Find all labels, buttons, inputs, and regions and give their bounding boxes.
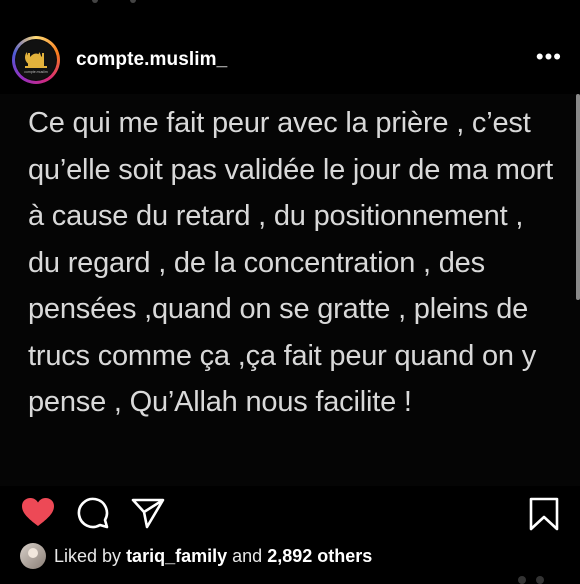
liked-by-and: and xyxy=(232,545,263,566)
avatar-caption: compte.muslim xyxy=(24,70,48,74)
post-image: Ce qui me fait peur avec la prière , c’e… xyxy=(0,94,580,486)
post-header: compte.muslim compte.muslim_ ••• xyxy=(0,14,580,94)
mosque-logo-icon: compte.muslim xyxy=(16,40,56,80)
post-text: Ce qui me fait peur avec la prière , c’e… xyxy=(28,107,553,418)
more-options-icon[interactable]: ••• xyxy=(536,46,562,68)
profile-avatar-ring[interactable]: compte.muslim xyxy=(12,36,60,84)
liker-username[interactable]: tariq_family xyxy=(126,546,227,567)
bookmark-icon[interactable] xyxy=(527,496,561,532)
scrollbar[interactable] xyxy=(576,94,580,300)
share-icon[interactable] xyxy=(130,496,166,530)
liker-avatar[interactable] xyxy=(20,543,46,569)
action-bar xyxy=(0,486,580,536)
liked-by-prefix: Liked by xyxy=(54,545,122,566)
comment-icon[interactable] xyxy=(76,496,110,530)
edge-dot xyxy=(92,0,98,3)
top-edge xyxy=(0,0,580,6)
edge-dot xyxy=(518,576,526,584)
likes-summary[interactable]: Liked by tariq_family and 2,892 others xyxy=(20,542,372,570)
post-username[interactable]: compte.muslim_ xyxy=(76,49,227,71)
edge-dot xyxy=(536,576,544,584)
likes-count[interactable]: 2,892 others xyxy=(267,546,372,567)
profile-avatar[interactable]: compte.muslim xyxy=(15,39,57,81)
like-heart-icon[interactable] xyxy=(20,496,56,528)
edge-dot xyxy=(130,0,136,3)
